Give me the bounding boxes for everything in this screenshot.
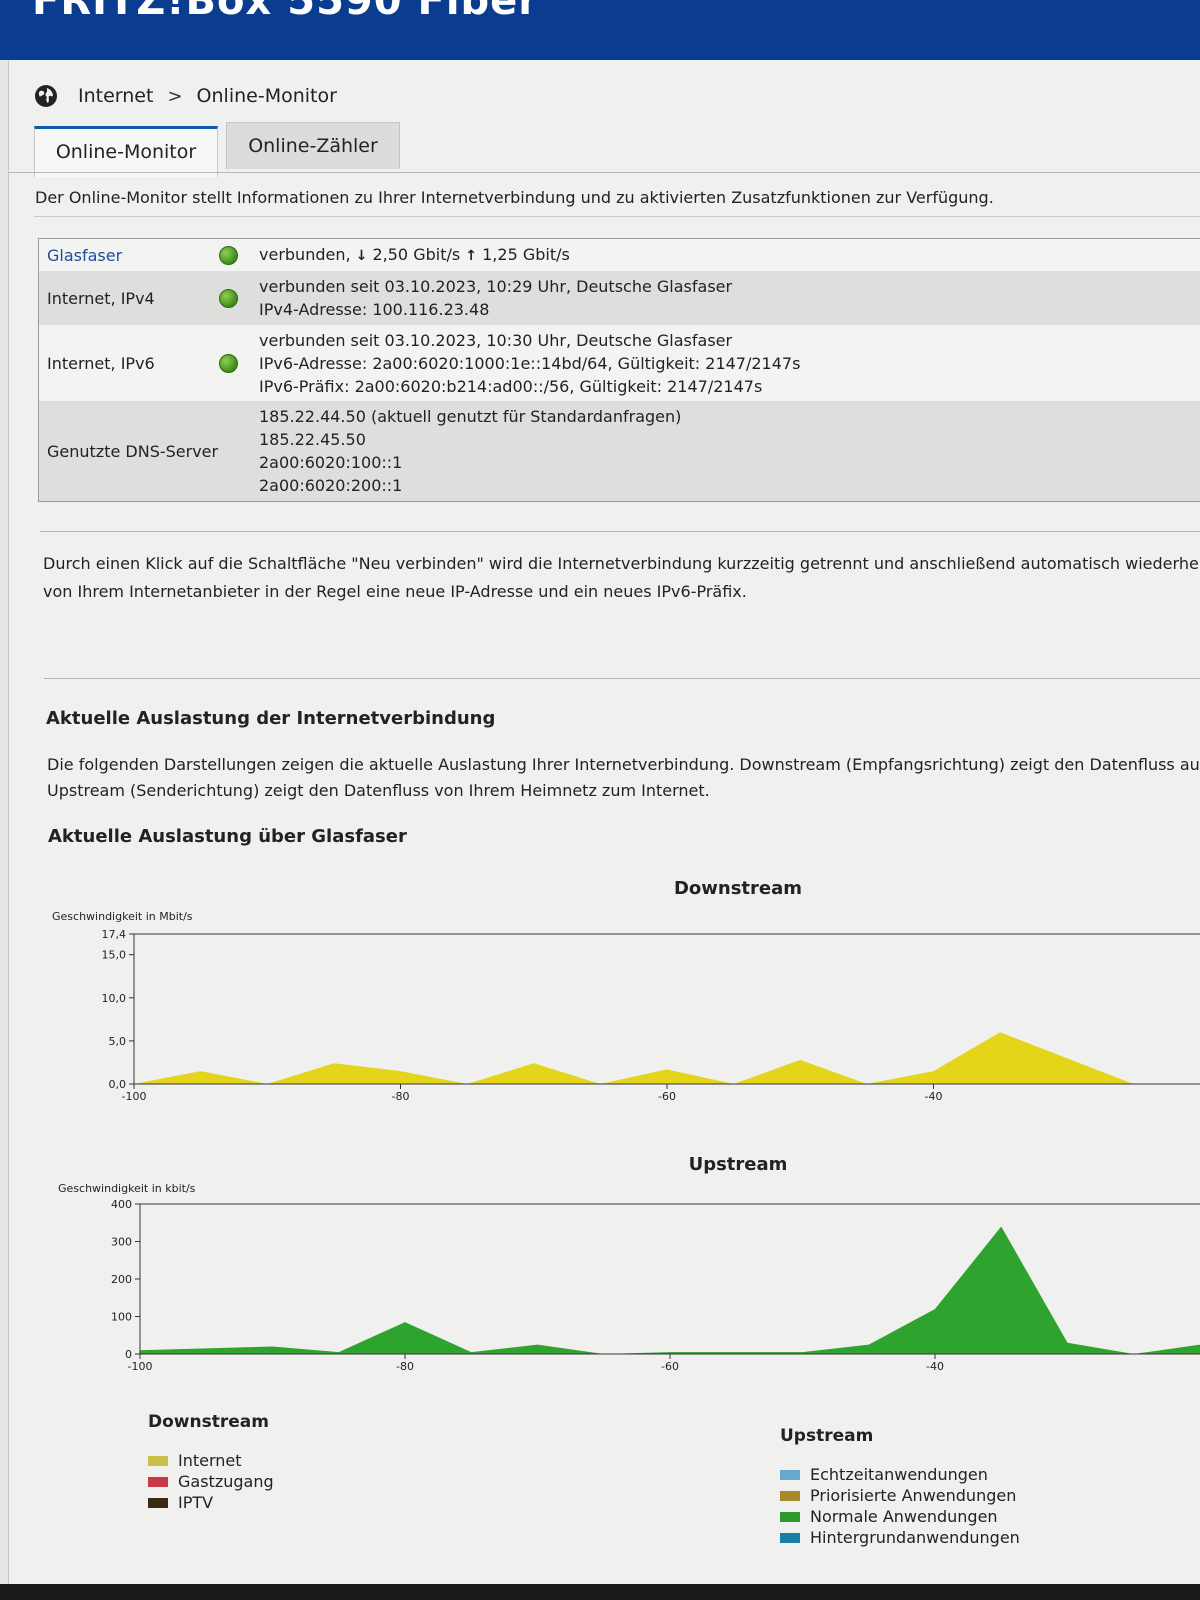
- legend-downstream-item: Internet: [148, 1450, 274, 1471]
- legend-downstream-title: Downstream: [148, 1412, 269, 1432]
- legend-label: Priorisierte Anwendungen: [810, 1486, 1017, 1505]
- chart-title: Downstream: [674, 878, 802, 899]
- legend-swatch: [148, 1476, 168, 1487]
- y-tick-label: 10,0: [102, 992, 127, 1005]
- legend-label: Gastzugang: [178, 1472, 274, 1491]
- x-tick-label: -100: [128, 1360, 153, 1373]
- legend-downstream: Downstream Internet Gastzugang IPTV: [148, 1412, 274, 1513]
- legend-swatch: [780, 1469, 800, 1480]
- legend-upstream-item: Priorisierte Anwendungen: [780, 1485, 1020, 1506]
- legend-upstream-item: Normale Anwendungen: [780, 1506, 1020, 1527]
- x-tick-label: -40: [926, 1360, 944, 1373]
- legend-downstream-item: IPTV: [148, 1492, 274, 1513]
- load-charts: DownstreamGeschwindigkeit in Mbit/s0,05,…: [52, 878, 1200, 1373]
- y-axis-label: Geschwindigkeit in Mbit/s: [52, 910, 193, 923]
- legend-label: IPTV: [178, 1493, 214, 1512]
- y-axis-label: Geschwindigkeit in kbit/s: [58, 1182, 196, 1195]
- series-area: [134, 1032, 1200, 1084]
- y-tick-label: 17,4: [102, 928, 127, 941]
- y-tick-label: 200: [111, 1273, 132, 1286]
- x-tick-label: -60: [658, 1090, 676, 1103]
- legend-upstream-item: Hintergrundanwendungen: [780, 1527, 1020, 1548]
- y-tick-label: 300: [111, 1236, 132, 1249]
- x-tick-label: -100: [122, 1090, 147, 1103]
- series-area: [140, 1226, 1200, 1354]
- y-tick-label: 15,0: [102, 949, 127, 962]
- x-tick-label: -80: [392, 1090, 410, 1103]
- legend-swatch: [148, 1497, 168, 1508]
- chart-title: Upstream: [689, 1154, 788, 1175]
- x-tick-label: -60: [661, 1360, 679, 1373]
- legend-swatch: [780, 1490, 800, 1501]
- legend-upstream-item: Echtzeitanwendungen: [780, 1464, 1020, 1485]
- y-tick-label: 100: [111, 1311, 132, 1324]
- screen-bezel: [0, 1584, 1200, 1600]
- legend-label: Hintergrundanwendungen: [810, 1528, 1020, 1547]
- x-tick-label: -80: [396, 1360, 414, 1373]
- legend-swatch: [780, 1532, 800, 1543]
- y-tick-label: 5,0: [109, 1035, 127, 1048]
- legend-swatch: [148, 1455, 168, 1466]
- legend-downstream-item: Gastzugang: [148, 1471, 274, 1492]
- legend-label: Echtzeitanwendungen: [810, 1465, 988, 1484]
- legend-label: Internet: [178, 1451, 242, 1470]
- legend-upstream: Upstream Echtzeitanwendungen Priorisierte…: [780, 1426, 1020, 1548]
- legend-label: Normale Anwendungen: [810, 1507, 998, 1526]
- legend-upstream-title: Upstream: [780, 1426, 874, 1446]
- x-tick-label: -40: [925, 1090, 943, 1103]
- y-tick-label: 400: [111, 1198, 132, 1211]
- legend-swatch: [780, 1511, 800, 1522]
